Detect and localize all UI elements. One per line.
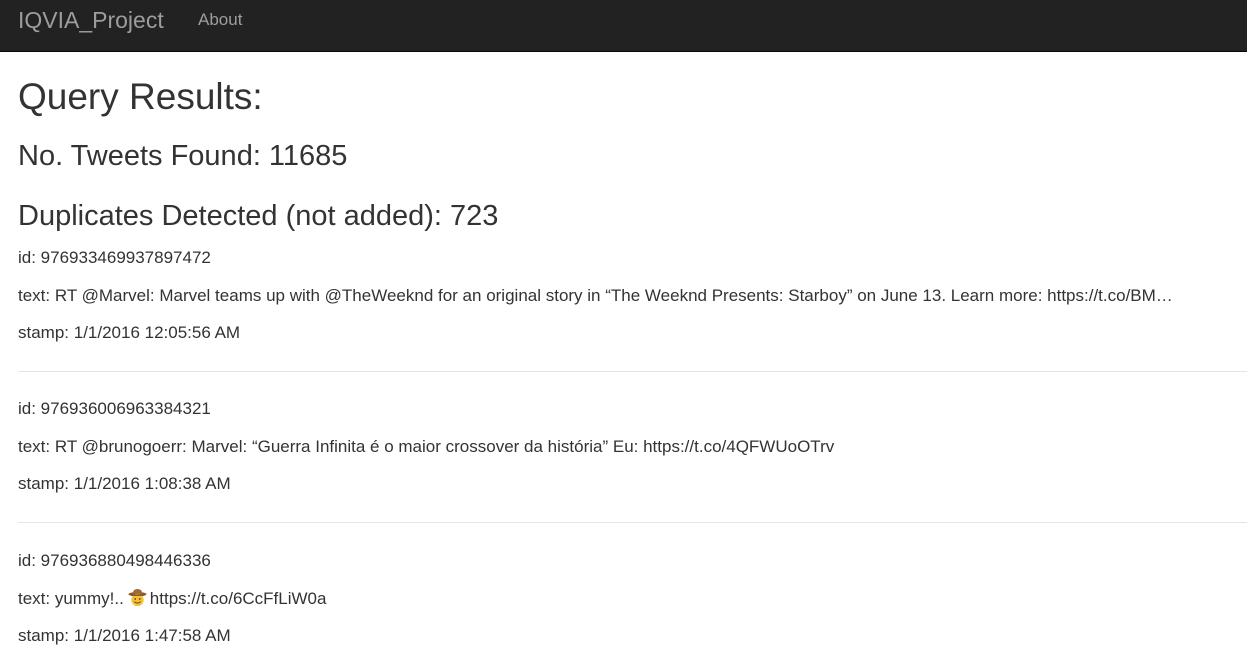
tweet-id: id: 976936880498446336 — [18, 551, 211, 570]
nav-link-about[interactable]: About — [198, 10, 242, 30]
tweets-found-count: No. Tweets Found: 11685 — [18, 140, 348, 172]
divider — [18, 371, 1247, 372]
tweet-stamp: stamp: 1/1/2016 12:05:56 AM — [18, 323, 241, 342]
tweet-text-before: text: yummy!.. — [18, 589, 124, 608]
divider — [18, 522, 1247, 523]
tweet-stamp: stamp: 1/1/2016 1:08:38 AM — [18, 474, 231, 493]
brand-link[interactable]: IQVIA_Project — [18, 7, 164, 33]
navbar: IQVIA_Project About — [0, 0, 1247, 52]
tweet-text: text: RT @Marvel: Marvel teams up with @… — [18, 286, 1173, 305]
cowboy-face-icon — [128, 588, 147, 607]
tweet-text: text: yummy!.. https://t.co/6CcFfLiW0a — [18, 588, 326, 609]
page-title: Query Results: — [18, 76, 263, 117]
tweet-id: id: 976936006963384321 — [18, 399, 211, 418]
tweet-stamp: stamp: 1/1/2016 1:47:58 AM — [18, 626, 231, 645]
duplicates-count: Duplicates Detected (not added): 723 — [18, 200, 499, 232]
tweet-link[interactable]: https://t.co/6CcFfLiW0a — [150, 589, 327, 608]
tweet-text: text: RT @brunogoerr: Marvel: “Guerra In… — [18, 437, 835, 456]
tweet-id: id: 976933469937897472 — [18, 248, 211, 267]
